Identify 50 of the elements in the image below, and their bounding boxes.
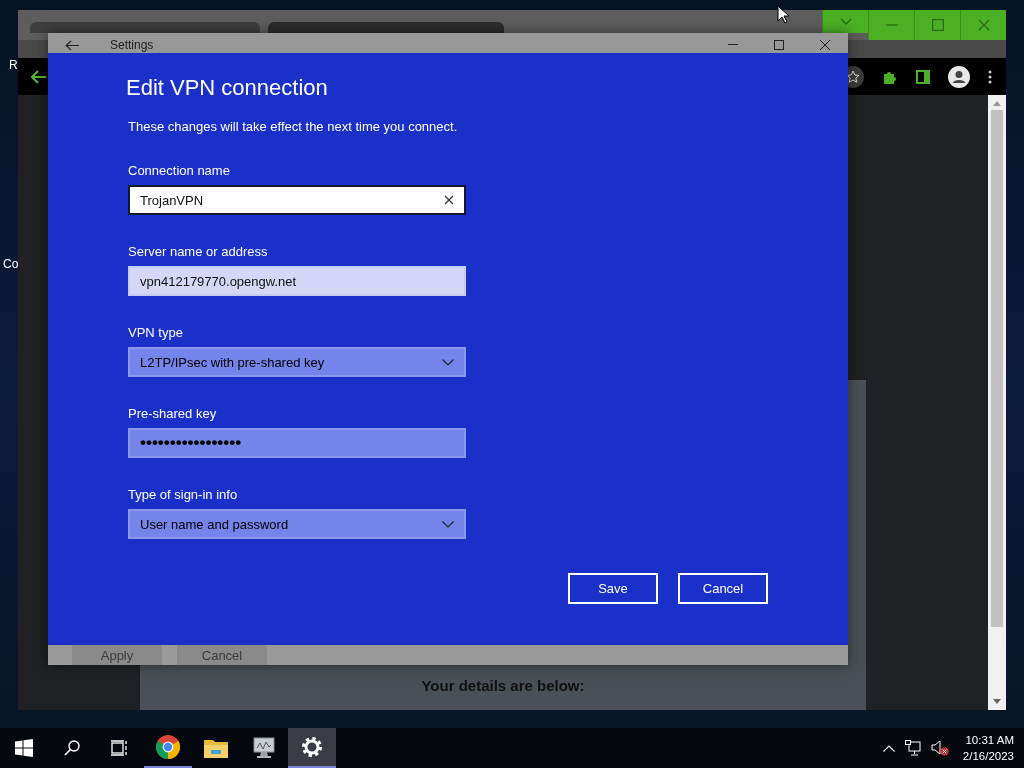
clock-date: 2/16/2023 xyxy=(962,750,1014,762)
dialog-title: Edit VPN connection xyxy=(126,75,329,101)
minimize-icon xyxy=(885,24,898,26)
caret-up-icon[interactable] xyxy=(882,744,895,752)
desktop-icon-label: Co xyxy=(3,257,19,271)
clear-icon[interactable] xyxy=(444,195,454,205)
maximize-icon[interactable] xyxy=(774,40,784,50)
profile-avatar-icon[interactable] xyxy=(948,65,970,88)
monitor-icon xyxy=(252,737,276,759)
mouse-cursor-icon xyxy=(777,5,789,24)
chevron-icon xyxy=(839,17,852,26)
password-field[interactable]: ••••••••••••••••• xyxy=(128,428,466,458)
input-field[interactable]: vpn412179770.opengw.net xyxy=(128,266,466,296)
cancel-button[interactable]: Cancel xyxy=(678,573,768,604)
desktop-icon-label: R xyxy=(9,58,18,72)
sidebar-icon[interactable] xyxy=(916,69,930,84)
close-icon[interactable] xyxy=(820,40,830,50)
input-field[interactable]: TrojanVPN xyxy=(128,185,466,215)
task-view-icon[interactable] xyxy=(111,740,129,756)
clock-time: 10:31 AM xyxy=(965,734,1014,746)
maximize-icon xyxy=(931,19,944,31)
field-label: Pre-shared key xyxy=(128,406,218,421)
field-label: VPN type xyxy=(128,325,184,340)
back-icon[interactable] xyxy=(31,69,47,84)
dropdown-field[interactable]: L2TP/IPsec with pre-shared key xyxy=(128,347,466,377)
field-label: Server name or address xyxy=(128,244,269,259)
network-icon[interactable] xyxy=(904,740,921,756)
field-label: Connection name xyxy=(128,163,231,178)
gear-icon xyxy=(301,736,323,758)
search-icon[interactable] xyxy=(64,740,80,756)
scrollbar[interactable] xyxy=(988,95,1006,710)
minimize-icon[interactable] xyxy=(728,44,738,46)
volume-muted-icon[interactable] xyxy=(930,740,949,756)
save-button[interactable]: Save xyxy=(568,573,658,604)
page-heading: Your details are below: xyxy=(421,677,585,694)
taskbar-app-button[interactable] xyxy=(288,728,336,768)
dialog-note: These changes will take effect the next time you connect. xyxy=(128,119,459,134)
window-title: Settings xyxy=(110,38,154,52)
close-icon xyxy=(977,19,990,31)
folder-icon xyxy=(204,738,228,758)
chrome-icon xyxy=(156,735,180,759)
dropdown-field[interactable]: User name and password xyxy=(128,509,466,539)
scroll-down-icon[interactable] xyxy=(993,699,1001,704)
chevron-icon xyxy=(442,358,454,366)
windows-start-icon[interactable] xyxy=(15,739,33,757)
chevron-icon xyxy=(442,520,454,528)
clock[interactable]: 10:31 AM 2/16/2023 xyxy=(962,734,1014,762)
field-label: Type of sign-in info xyxy=(128,487,239,502)
menu-icon[interactable] xyxy=(988,69,992,84)
back-icon[interactable] xyxy=(65,39,79,51)
